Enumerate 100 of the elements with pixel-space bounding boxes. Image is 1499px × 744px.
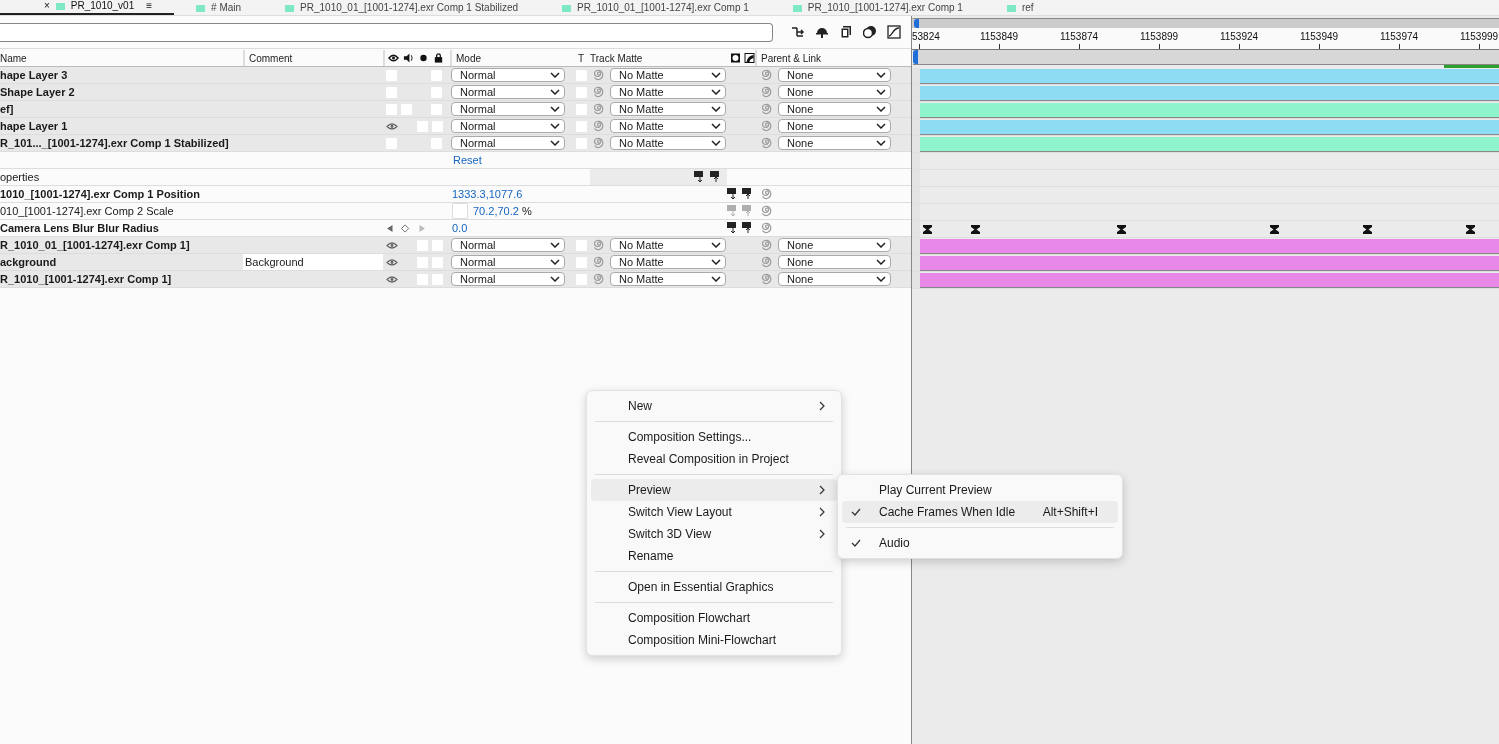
- menu-item[interactable]: Rename: [591, 545, 837, 567]
- track-matte-dropdown[interactable]: No Matte: [610, 68, 726, 82]
- pickwhip-icon[interactable]: [761, 120, 773, 132]
- mode-dropdown[interactable]: Normal: [451, 119, 565, 133]
- keyframe-in-icon[interactable]: [694, 171, 706, 183]
- mode-dropdown[interactable]: Normal: [451, 255, 565, 269]
- tab[interactable]: # Main: [174, 2, 264, 15]
- parent-dropdown[interactable]: None: [778, 85, 891, 99]
- parent-dropdown[interactable]: None: [778, 119, 891, 133]
- layer-name[interactable]: R_101..._[1001-1274].exr Comp 1 Stabilized]: [0, 137, 229, 149]
- eye-icon[interactable]: [386, 273, 398, 285]
- pickwhip-icon[interactable]: [761, 273, 773, 285]
- eye-icon[interactable]: [386, 256, 398, 268]
- keyframe-navigator-icon[interactable]: [386, 223, 426, 233]
- pickwhip-icon[interactable]: [593, 103, 605, 115]
- keyframe-icon[interactable]: [1363, 225, 1372, 234]
- mode-dropdown[interactable]: Normal: [451, 238, 565, 252]
- pickwhip-icon[interactable]: [593, 137, 605, 149]
- track-matte-dropdown[interactable]: No Matte: [610, 102, 726, 116]
- work-area-bar[interactable]: [913, 50, 1499, 65]
- property-name[interactable]: Camera Lens Blur Blur Radius: [0, 222, 159, 234]
- mode-dropdown[interactable]: Normal: [451, 272, 565, 286]
- eye-icon[interactable]: [386, 120, 398, 132]
- menu-item[interactable]: Composition Mini-Flowchart: [591, 629, 837, 651]
- work-area-handle[interactable]: [913, 50, 918, 64]
- keyframe-out-icon[interactable]: [710, 171, 722, 183]
- tab[interactable]: PR_1010_01_[1001-1274].exr Comp 1 Stabilized: [263, 2, 541, 15]
- mode-dropdown[interactable]: Normal: [451, 68, 565, 82]
- layer-name[interactable]: hape Layer 1: [0, 120, 68, 132]
- layer-name[interactable]: R_1010_01_[1001-1274].exr Comp 1]: [0, 239, 190, 251]
- group-name[interactable]: operties: [0, 171, 40, 183]
- search-field[interactable]: [0, 22, 773, 42]
- pickwhip-icon[interactable]: [761, 103, 773, 115]
- menu-item[interactable]: Switch 3D View: [591, 523, 837, 545]
- pickwhip-icon[interactable]: [593, 256, 605, 268]
- pickwhip-icon[interactable]: [761, 256, 773, 268]
- keyframe-icon[interactable]: [971, 225, 980, 234]
- parent-dropdown[interactable]: None: [778, 272, 891, 286]
- circles-icon[interactable]: [863, 25, 877, 39]
- parent-dropdown[interactable]: None: [778, 136, 891, 150]
- pickwhip-icon[interactable]: [761, 69, 773, 81]
- layer-name[interactable]: ef]: [0, 103, 14, 115]
- pickwhip-icon[interactable]: [593, 273, 605, 285]
- keyframe-icon[interactable]: [1466, 225, 1475, 234]
- keyframe-icon[interactable]: [1270, 225, 1279, 234]
- track-matte-dropdown[interactable]: No Matte: [610, 255, 726, 269]
- track-matte-dropdown[interactable]: No Matte: [610, 119, 726, 133]
- keyframe-out-icon[interactable]: [742, 222, 754, 234]
- parent-dropdown[interactable]: None: [778, 68, 891, 82]
- layer-name[interactable]: Shape Layer 2: [0, 86, 75, 98]
- property-value[interactable]: 1333.3,1077.6: [452, 188, 523, 200]
- property-name[interactable]: 010_[1001-1274].exr Comp 2 Scale: [0, 205, 174, 217]
- pickwhip-icon[interactable]: [593, 69, 605, 81]
- menu-item[interactable]: Preview: [591, 479, 837, 501]
- time-navigator[interactable]: [912, 18, 1499, 28]
- mode-dropdown[interactable]: Normal: [451, 85, 565, 99]
- eye-icon[interactable]: [386, 239, 398, 251]
- constrain-checkbox[interactable]: [452, 203, 468, 219]
- property-value[interactable]: 70.2,70.2: [473, 205, 519, 217]
- layer-name[interactable]: ackground: [0, 256, 57, 268]
- pickwhip-icon[interactable]: [761, 239, 773, 251]
- menu-item[interactable]: Play Current Preview: [842, 479, 1118, 501]
- menu-item[interactable]: Switch View Layout: [591, 501, 837, 523]
- track-matte-dropdown[interactable]: No Matte: [610, 272, 726, 286]
- comment-cell[interactable]: Background: [243, 254, 383, 270]
- mode-dropdown[interactable]: Normal: [451, 136, 565, 150]
- keyframe-icon[interactable]: [1117, 225, 1126, 234]
- pickwhip-icon[interactable]: [593, 120, 605, 132]
- property-name[interactable]: 1010_[1001-1274].exr Comp 1 Position: [0, 188, 200, 200]
- menu-item[interactable]: Composition Flowchart: [591, 607, 837, 629]
- layer-name[interactable]: hape Layer 3: [0, 69, 68, 81]
- navigator-handle[interactable]: [914, 19, 919, 28]
- menu-item[interactable]: Open in Essential Graphics: [591, 576, 837, 598]
- menu-item[interactable]: Reveal Composition in Project: [591, 448, 837, 470]
- menu-item[interactable]: Composition Settings...: [591, 426, 837, 448]
- pickwhip-icon[interactable]: [761, 222, 773, 234]
- dome-icon[interactable]: [815, 25, 829, 39]
- graph-editor-icon[interactable]: [887, 25, 901, 39]
- pickwhip-icon[interactable]: [593, 86, 605, 98]
- keyframe-icon[interactable]: [923, 225, 932, 234]
- track-matte-dropdown[interactable]: No Matte: [610, 238, 726, 252]
- menu-item[interactable]: New: [591, 395, 837, 417]
- film-stack-icon[interactable]: [839, 25, 853, 39]
- layer-name[interactable]: R_1010_[1001-1274].exr Comp 1]: [0, 273, 172, 285]
- parent-dropdown[interactable]: None: [778, 102, 891, 116]
- flowchart-icon[interactable]: [791, 25, 805, 39]
- track-matte-dropdown[interactable]: No Matte: [610, 85, 726, 99]
- parent-dropdown[interactable]: None: [778, 255, 891, 269]
- pickwhip-icon[interactable]: [761, 137, 773, 149]
- mode-dropdown[interactable]: Normal: [451, 102, 565, 116]
- menu-item[interactable]: Audio: [842, 532, 1118, 554]
- pickwhip-icon[interactable]: [761, 86, 773, 98]
- tab[interactable]: PR_1010_[1001-1274].exr Comp 1: [770, 2, 985, 15]
- track-matte-dropdown[interactable]: No Matte: [610, 136, 726, 150]
- pickwhip-icon[interactable]: [761, 188, 773, 200]
- keyframe-out-icon[interactable]: [742, 188, 754, 200]
- property-value[interactable]: 0.0: [452, 222, 468, 234]
- parent-dropdown[interactable]: None: [778, 238, 891, 252]
- tab[interactable]: ref: [984, 2, 1056, 15]
- pickwhip-icon[interactable]: [593, 239, 605, 251]
